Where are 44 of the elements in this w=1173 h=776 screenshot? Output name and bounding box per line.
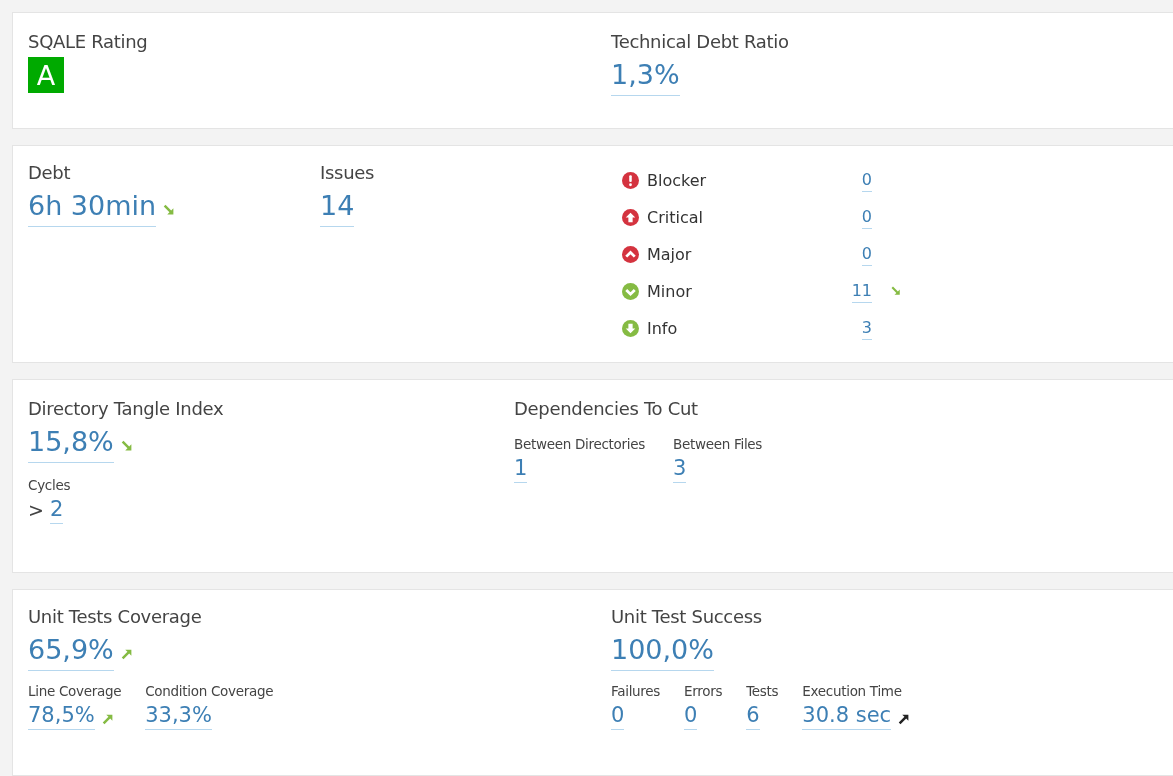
severity-label: Minor (647, 281, 692, 301)
metric-label: Debt (28, 161, 71, 185)
metric-label: Unit Test Success (611, 605, 762, 629)
metric-value-link[interactable]: 30.8 sec (802, 701, 892, 730)
metric-label: Cycles (28, 476, 71, 495)
metric-value-link[interactable]: 0 (684, 701, 698, 730)
metric-label: Execution Time (802, 682, 902, 701)
metric-label: Between Directories (514, 435, 645, 454)
prefix-text: > (28, 498, 44, 521)
severity-label: Info (647, 318, 678, 338)
severity-label: Critical (647, 207, 703, 227)
metric-value-link[interactable]: 3 (673, 454, 687, 483)
metric-label: Unit Tests Coverage (28, 605, 202, 629)
severity-label: Blocker (647, 170, 707, 190)
metric-value-link[interactable]: 6h 30min (28, 186, 157, 227)
issue-count-link[interactable]: 3 (861, 316, 872, 340)
issue-count-link[interactable]: 0 (861, 168, 872, 192)
metric-value-link[interactable]: 6 (746, 701, 760, 730)
metric-value-link[interactable]: 65,9% (28, 630, 114, 671)
metric-label: Errors (684, 682, 723, 701)
metric-label: Tests (746, 682, 779, 701)
issue-count-link[interactable]: 0 (861, 242, 872, 266)
metric-value-link[interactable]: 1 (514, 454, 528, 483)
metric-value-link[interactable]: 15,8% (28, 422, 114, 463)
metric-label: Dependencies To Cut (514, 397, 698, 421)
rating-badge: A (28, 57, 64, 93)
metric-label: Line Coverage (28, 682, 122, 701)
metric-label: SQALE Rating (28, 30, 148, 54)
metric-value-link[interactable]: 1,3% (611, 55, 680, 96)
metric-label: Issues (320, 161, 375, 185)
metric-value-link[interactable]: 100,0% (611, 630, 714, 671)
metric-value-link[interactable]: 78,5% (28, 701, 95, 730)
issue-count-link[interactable]: 0 (861, 205, 872, 229)
metric-label: Failures (611, 682, 661, 701)
metric-value-link[interactable]: 0 (611, 701, 625, 730)
metric-label: Between Files (673, 435, 763, 454)
metric-label: Condition Coverage (145, 682, 274, 701)
metric-value-link[interactable]: 14 (320, 186, 355, 227)
issue-count-link[interactable]: 11 (851, 279, 872, 303)
metric-value-link[interactable]: 33,3% (145, 701, 212, 730)
metric-label: Technical Debt Ratio (611, 30, 789, 54)
metric-value-link[interactable]: 2 (49, 495, 64, 524)
severity-label: Major (647, 244, 692, 264)
metric-label: Directory Tangle Index (28, 397, 224, 421)
